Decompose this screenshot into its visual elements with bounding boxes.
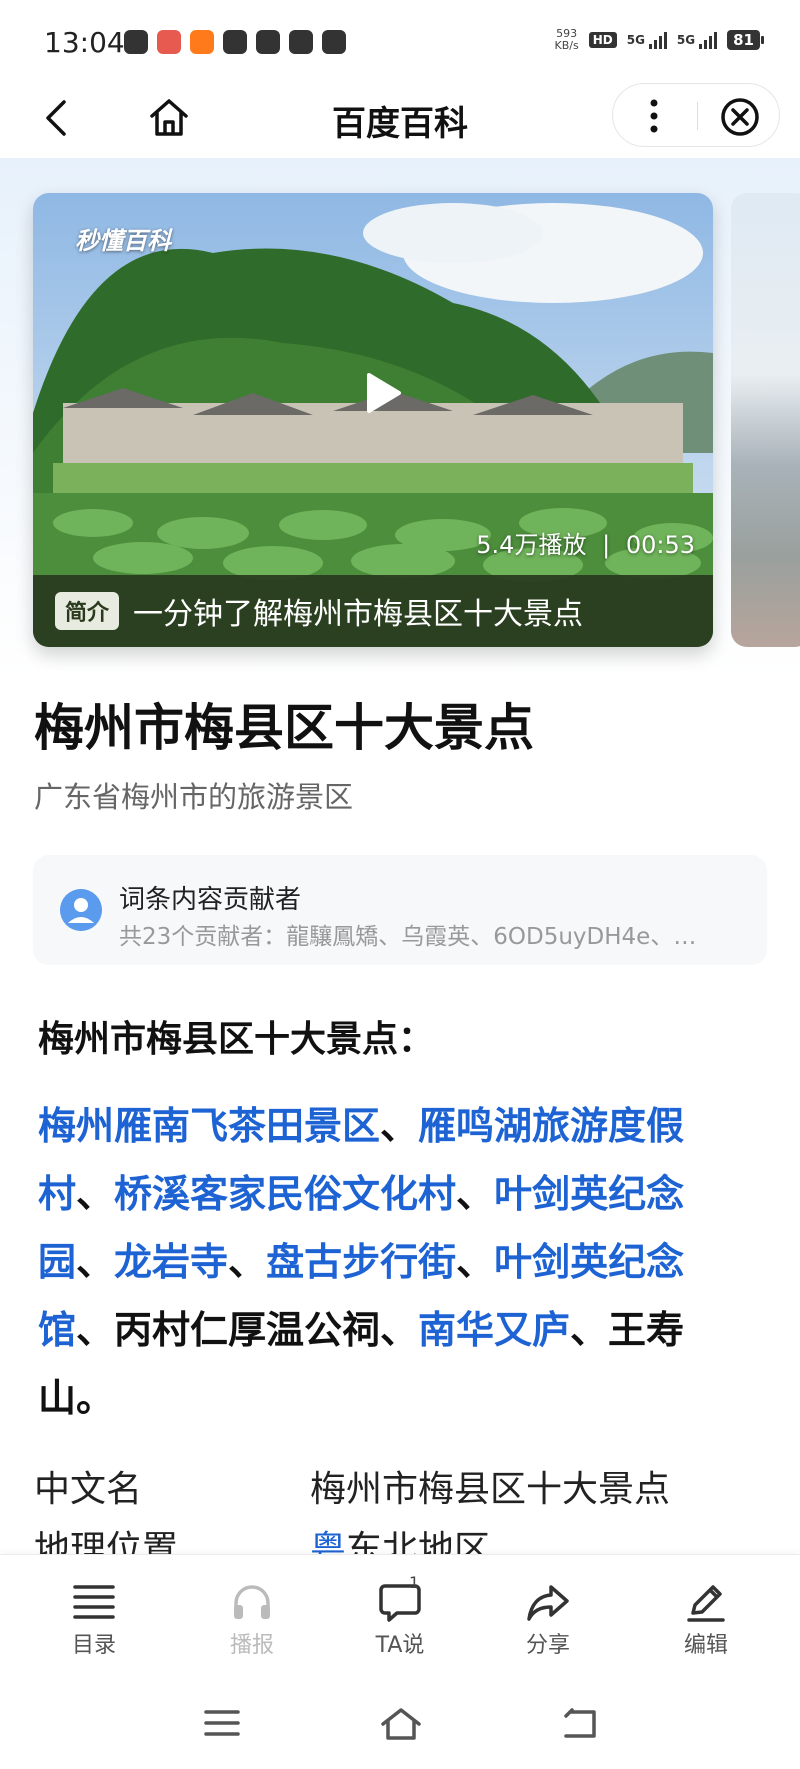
ta-say-label: TA说 [375,1633,425,1658]
scenic-spot-link[interactable]: 南华又庐 [418,1308,570,1352]
scenic-spots-paragraph: 梅州雁南飞茶田景区、雁鸣湖旅游度假村、桥溪客家民俗文化村、叶剑英纪念园、龙岩寺、… [38,1092,728,1432]
status-bar: 13:04 593 KB/s HD 5G 5G 81 [0,0,800,80]
next-video-card[interactable] [731,193,800,647]
contributors-summary: 共23个贡献者：龍驤鳳矯、乌霞英、6OD5uyDH4e、… [119,924,697,950]
battery-indicator: 81 [727,30,764,50]
system-back-icon[interactable] [560,1707,598,1741]
infobox-value: 梅州市梅县区十大景点 [310,1469,671,1510]
toc-label: 目录 [71,1633,116,1658]
broadcast-label: 播报 [229,1633,274,1658]
spot-separator-text: 、 [456,1240,495,1284]
contributors-title: 词条内容贡献者 [119,885,302,915]
video-stats: 5.4万播放 | 00:53 [476,525,695,560]
close-icon[interactable] [719,96,761,138]
miaodong-logo: 秒懂百科 [75,227,171,255]
edit-button[interactable]: 编辑 [651,1581,761,1659]
status-right: 593 KB/s HD 5G 5G 81 [555,28,764,52]
video-caption: 一分钟了解梅州市梅县区十大景点 [133,597,584,632]
status-time: 13:04 [44,26,125,59]
more-options-icon[interactable] [639,94,669,138]
capsule-divider [697,102,698,130]
ta-say-button[interactable]: 1 TA说 [345,1573,455,1659]
pencil-icon [687,1585,725,1622]
infobox-row: 中文名 梅州市梅县区十大景点 [34,1460,774,1520]
video-views: 5.4万播放 [476,531,587,559]
signal-icon [699,31,718,49]
bottom-toolbar: 目录 播报 1 TA说 分享 编辑 [0,1554,800,1679]
mini-program-capsule [612,83,780,147]
infobox-label: 中文名 [34,1469,143,1510]
section-heading: 梅州市梅县区十大景点： [38,1019,435,1060]
list-icon [73,1585,115,1619]
signal-icon [648,31,667,49]
scenic-spot-link[interactable]: 梅州雁南飞茶田景区 [38,1104,380,1148]
spot-separator-text: 、 [228,1240,267,1284]
system-nav-bar [0,1679,800,1769]
video-caption-bar: 简介 一分钟了解梅州市梅县区十大景点 [33,575,713,647]
menu-icon[interactable] [203,1707,241,1739]
scenic-spot-link[interactable]: 桥溪客家民俗文化村 [114,1172,456,1216]
system-home-icon[interactable] [380,1707,422,1741]
entry-title: 梅州市梅县区十大景点 [34,699,534,757]
spot-separator-text: 、丙村仁厚温公祠、 [76,1308,419,1352]
taobao-icon [190,30,214,54]
spot-separator-text: 、 [76,1240,115,1284]
message-app-icon [322,30,346,54]
tiktok-icon [124,30,148,54]
scenic-spot-link[interactable]: 龙岩寺 [114,1240,228,1284]
notification-icons [124,30,346,54]
video-card[interactable]: 秒懂百科 5.4万播放 | 00:53 简介 一分钟了解梅州市梅县区十大景点 [33,193,713,647]
entry-subtitle: 广东省梅州市的旅游景区 [34,780,354,814]
edit-label: 编辑 [683,1633,728,1658]
net-speed-unit: KB/s [554,39,579,52]
contributor-avatar-icon [60,889,102,931]
net-speed: 593 KB/s [555,28,579,52]
intro-tag: 简介 [55,592,120,630]
stats-separator: | [602,531,611,559]
link-app-icon [256,30,280,54]
sim1-network: 5G [626,33,645,47]
top-navbar: 百度百科 [0,80,800,158]
share-icon [527,1585,569,1621]
video-app-icon [223,30,247,54]
hd-badge: HD [588,32,617,48]
play-icon[interactable] [353,365,409,421]
share-label: 分享 [525,1633,570,1658]
contributors-card[interactable]: 词条内容贡献者 共23个贡献者：龍驤鳳矯、乌霞英、6OD5uyDH4e、… [33,855,767,965]
share-button[interactable]: 分享 [493,1581,603,1659]
spot-separator-text: 、 [76,1172,115,1216]
spot-separator-text: 、 [456,1172,495,1216]
video-duration: 00:53 [625,531,695,559]
broadcast-button[interactable]: 播报 [197,1581,307,1659]
headphones-icon [234,1585,270,1619]
app-notification-icon [157,30,181,54]
spot-separator-text: 、 [380,1104,419,1148]
comment-count-badge: 1 [409,1573,420,1592]
toc-button[interactable]: 目录 [39,1581,149,1659]
camera-app-icon [289,30,313,54]
scenic-spot-link[interactable]: 盘古步行街 [266,1240,456,1284]
sim2-network: 5G [676,33,696,47]
